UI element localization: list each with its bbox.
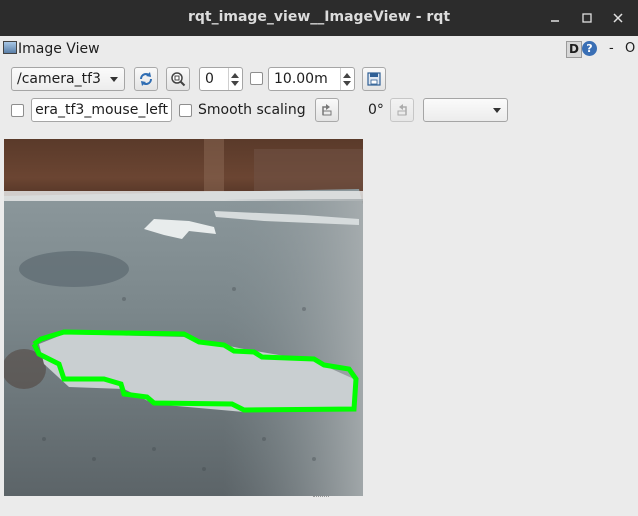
topic-select[interactable]: /camera_tf3 <box>11 67 125 91</box>
spin-up-icon[interactable] <box>343 73 351 78</box>
rotate-left-button[interactable] <box>315 98 339 122</box>
mat-right-glare <box>224 199 363 496</box>
dark-patch <box>19 251 129 287</box>
maximize-icon <box>582 13 592 23</box>
save-image-button[interactable] <box>362 67 386 91</box>
camera-image-view[interactable] <box>4 139 363 496</box>
zoom-spinbox[interactable]: 0 <box>199 67 243 91</box>
minimize-icon <box>551 20 559 22</box>
dock-button[interactable]: D <box>566 41 582 58</box>
chevron-down-icon <box>493 108 501 113</box>
maximize-button[interactable] <box>577 8 597 28</box>
spinbox-divider <box>228 68 229 90</box>
close-icon <box>613 13 623 23</box>
minimize-button[interactable] <box>545 8 565 28</box>
max-range-value: 10.00m <box>274 71 328 87</box>
floor-highlight <box>254 149 363 194</box>
rotate-right-icon <box>397 104 407 116</box>
mouse-topic-input[interactable]: era_tf3_mouse_left <box>31 98 172 122</box>
rotate-right-button[interactable] <box>390 98 414 122</box>
resize-grip[interactable] <box>313 496 329 500</box>
rotation-label: 0° <box>368 102 384 118</box>
spin-down-icon[interactable] <box>343 81 351 86</box>
smooth-scaling-label[interactable]: Smooth scaling <box>198 102 306 118</box>
rotate-left-icon <box>322 104 332 116</box>
chevron-down-icon <box>110 77 118 82</box>
image-view-icon <box>3 41 17 54</box>
minimize-plugin-button[interactable]: - <box>609 41 614 56</box>
close-button[interactable] <box>608 8 628 28</box>
help-button[interactable]: ? <box>582 41 597 56</box>
zoom-fit-button[interactable] <box>166 67 190 91</box>
plugin-title: Image View <box>18 41 100 57</box>
refresh-topics-button[interactable] <box>134 67 158 91</box>
camera-frame <box>4 139 363 496</box>
refresh-icon <box>140 72 152 86</box>
zoom-spinbox-value: 0 <box>205 71 214 87</box>
zoom-fit-icon <box>171 72 186 87</box>
dynamic-range-checkbox[interactable] <box>250 72 263 85</box>
color-scheme-select[interactable] <box>423 98 508 122</box>
window-title: rqt_image_view__ImageView - rqt <box>187 9 451 25</box>
floor-plank <box>204 139 224 194</box>
spin-up-icon[interactable] <box>231 73 239 78</box>
smooth-scaling-checkbox[interactable] <box>179 104 192 117</box>
window-title-bar: rqt_image_view__ImageView - rqt <box>0 0 638 36</box>
save-icon <box>367 72 381 86</box>
spinbox-divider <box>340 68 341 90</box>
max-range-spinbox[interactable]: 10.00m <box>268 67 355 91</box>
topic-select-value: /camera_tf3 <box>17 71 101 87</box>
spin-down-icon[interactable] <box>231 81 239 86</box>
close-plugin-button[interactable]: O <box>625 41 635 56</box>
mouse-topic-value: era_tf3_mouse_left <box>35 102 168 118</box>
publish-mouse-checkbox[interactable] <box>11 104 24 117</box>
plugin-header: Image View D ? - O <box>0 38 638 60</box>
